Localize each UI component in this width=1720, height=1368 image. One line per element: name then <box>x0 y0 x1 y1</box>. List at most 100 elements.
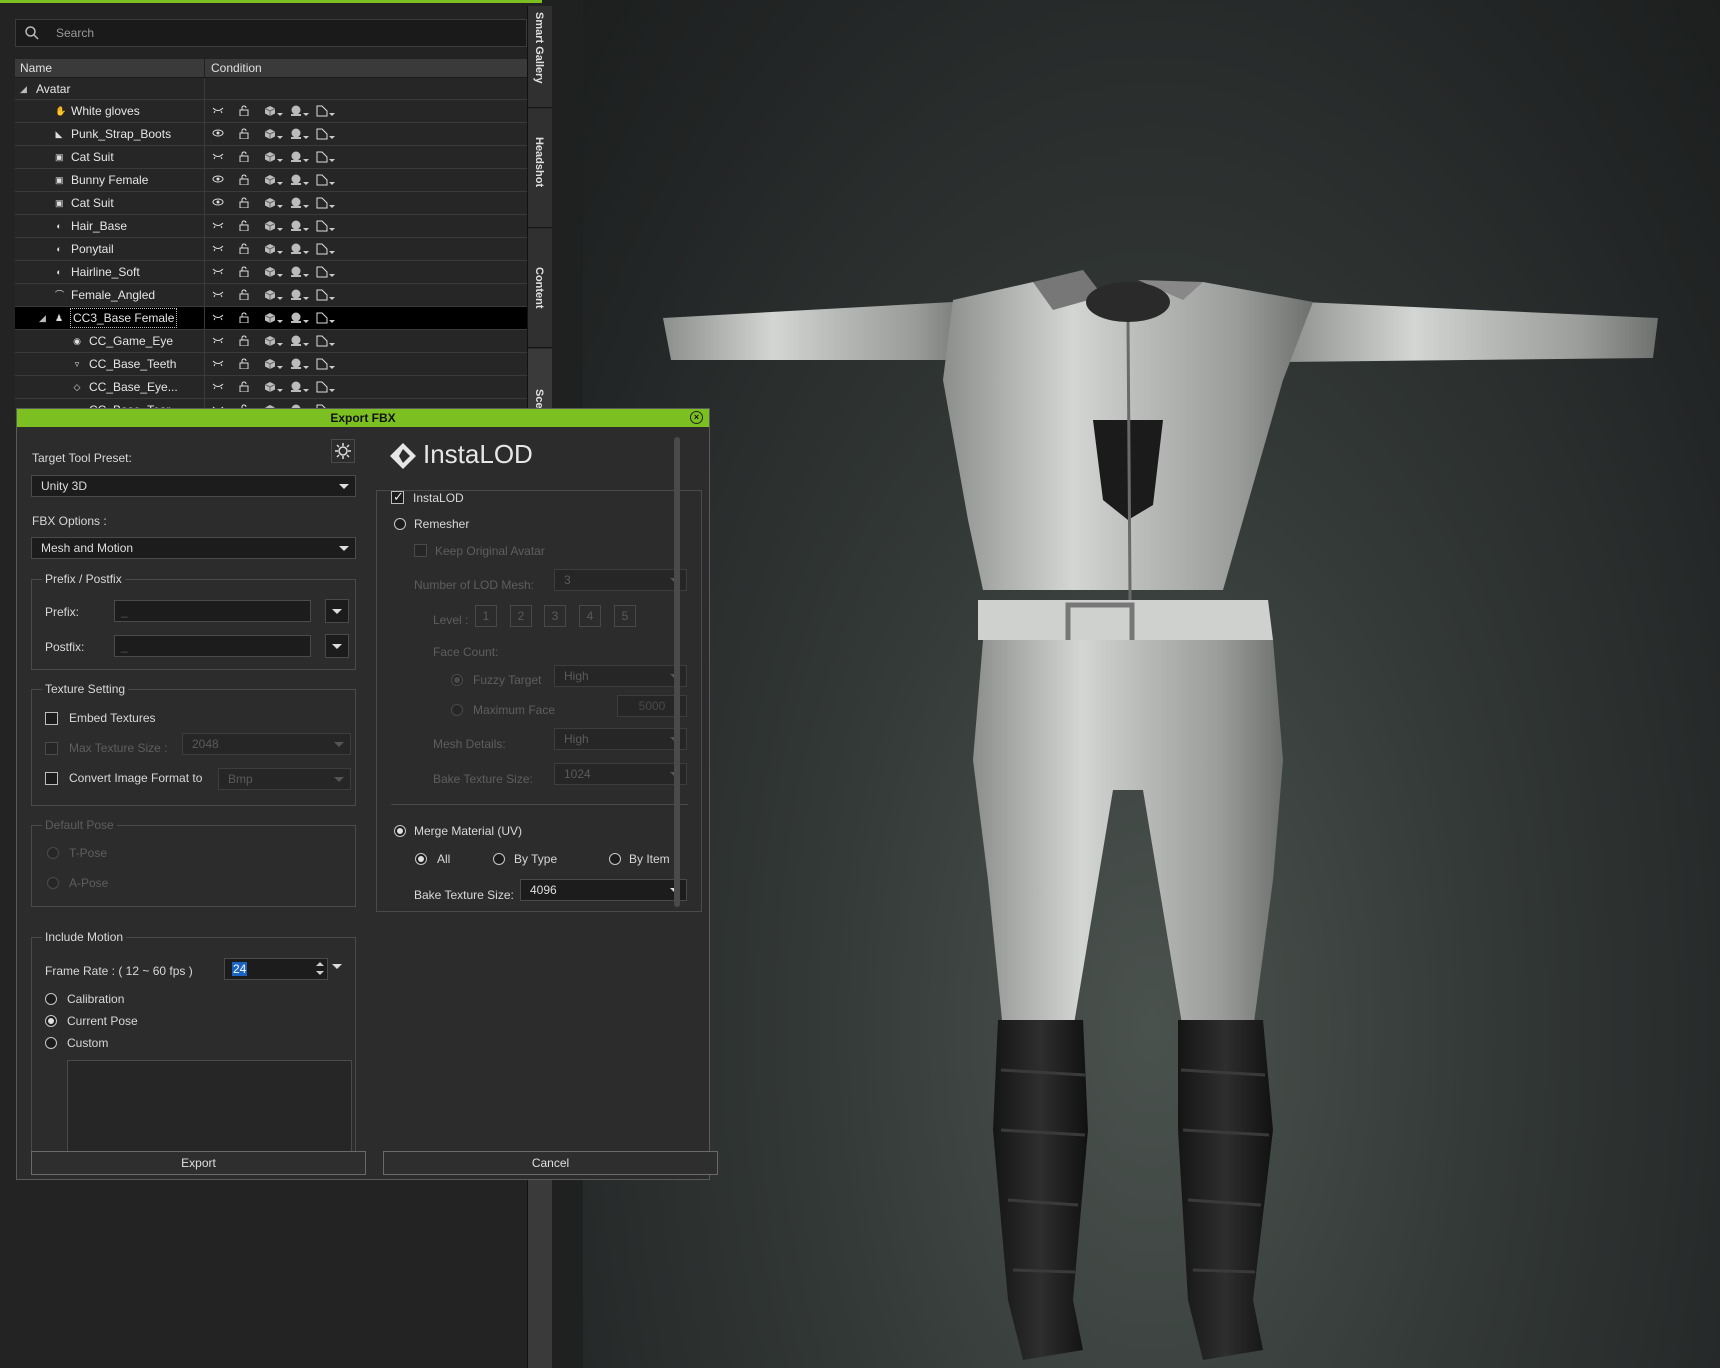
chevron-down-icon[interactable] <box>303 113 309 116</box>
cube-render-icon[interactable] <box>261 353 287 375</box>
lock-icon[interactable] <box>235 376 261 398</box>
material-sphere-icon[interactable] <box>287 146 313 168</box>
eye-closed-icon[interactable] <box>209 238 235 260</box>
export-icon[interactable] <box>313 192 339 214</box>
chevron-down-icon[interactable] <box>329 297 335 300</box>
tree-row[interactable]: ✋ White gloves <box>15 100 527 123</box>
tree-row-avatar[interactable]: ◢ Avatar <box>15 78 527 100</box>
chevron-down-icon[interactable] <box>303 343 309 346</box>
bake-texture-size-select[interactable]: 4096 <box>520 879 687 901</box>
chevron-down-icon[interactable] <box>277 320 283 323</box>
material-sphere-icon[interactable] <box>287 284 313 306</box>
max-texture-size-checkbox[interactable] <box>45 742 58 755</box>
chevron-down-icon[interactable] <box>329 182 335 185</box>
eye-closed-icon[interactable] <box>209 353 235 375</box>
column-condition[interactable]: Condition <box>205 59 527 77</box>
export-icon[interactable] <box>313 238 339 260</box>
chevron-down-icon[interactable] <box>303 182 309 185</box>
tree-row[interactable]: ◐ Hairline_Soft <box>15 261 527 284</box>
lock-icon[interactable] <box>235 330 261 352</box>
tree-row[interactable]: ▣ Cat Suit <box>15 146 527 169</box>
cube-render-icon[interactable] <box>261 376 287 398</box>
material-sphere-icon[interactable] <box>287 192 313 214</box>
lock-icon[interactable] <box>235 261 261 283</box>
material-sphere-icon[interactable] <box>287 169 313 191</box>
cube-render-icon[interactable] <box>261 100 287 122</box>
collapse-arrow-icon[interactable]: ◢ <box>20 78 27 99</box>
search-input[interactable] <box>56 24 516 42</box>
chevron-down-icon[interactable] <box>277 297 283 300</box>
level-3-button[interactable]: 3 <box>544 605 566 627</box>
cube-render-icon[interactable] <box>261 123 287 145</box>
chevron-down-icon[interactable] <box>329 205 335 208</box>
bake-texture-size-select-disabled[interactable]: 1024 <box>554 763 687 785</box>
eye-open-icon[interactable] <box>209 123 235 145</box>
material-sphere-icon[interactable] <box>287 261 313 283</box>
export-icon[interactable] <box>313 215 339 237</box>
chevron-down-icon[interactable] <box>303 251 309 254</box>
lock-icon[interactable] <box>235 353 261 375</box>
keep-original-checkbox[interactable] <box>414 544 427 557</box>
merge-all-radio[interactable] <box>415 853 427 865</box>
chevron-down-icon[interactable] <box>329 136 335 139</box>
material-sphere-icon[interactable] <box>287 376 313 398</box>
chevron-down-icon[interactable] <box>277 251 283 254</box>
t-pose-radio[interactable] <box>47 847 59 859</box>
chevron-down-icon[interactable] <box>329 228 335 231</box>
chevron-down-icon[interactable] <box>277 205 283 208</box>
cube-render-icon[interactable] <box>261 307 287 329</box>
level-4-button[interactable]: 4 <box>579 605 601 627</box>
chevron-down-icon[interactable] <box>329 159 335 162</box>
chevron-down-icon[interactable] <box>277 228 283 231</box>
chevron-down-icon[interactable] <box>303 366 309 369</box>
chevron-down-icon[interactable] <box>329 389 335 392</box>
close-icon[interactable]: × <box>690 411 703 424</box>
tree-row[interactable]: ◢ ♟ CC3_Base Female <box>15 307 527 330</box>
postfix-input[interactable]: _ <box>114 635 311 657</box>
custom-radio[interactable] <box>45 1037 57 1049</box>
preset-settings-gear-icon[interactable] <box>331 439 355 463</box>
cube-render-icon[interactable] <box>261 284 287 306</box>
current-pose-radio[interactable] <box>45 1015 57 1027</box>
dialog-title-bar[interactable]: Export FBX × <box>17 409 709 427</box>
fuzzy-target-select[interactable]: High <box>554 665 687 687</box>
tree-row[interactable]: ◉ CC_Game_Eye <box>15 330 527 353</box>
eye-closed-icon[interactable] <box>209 376 235 398</box>
chevron-down-icon[interactable] <box>277 366 283 369</box>
chevron-down-icon[interactable] <box>277 182 283 185</box>
lock-icon[interactable] <box>235 146 261 168</box>
chevron-down-icon[interactable] <box>277 113 283 116</box>
frame-rate-spinbox[interactable]: 24 <box>224 958 328 980</box>
image-format-select[interactable]: Bmp <box>218 768 351 790</box>
eye-closed-icon[interactable] <box>209 261 235 283</box>
level-1-button[interactable]: 1 <box>475 605 497 627</box>
eye-open-icon[interactable] <box>209 169 235 191</box>
lock-icon[interactable] <box>235 238 261 260</box>
export-icon[interactable] <box>313 123 339 145</box>
prefix-dropdown-button[interactable] <box>325 599 349 623</box>
lock-icon[interactable] <box>235 284 261 306</box>
level-2-button[interactable]: 2 <box>510 605 532 627</box>
frame-rate-dropdown-icon[interactable] <box>332 964 342 969</box>
eye-open-icon[interactable] <box>209 192 235 214</box>
eye-closed-icon[interactable] <box>209 330 235 352</box>
chevron-down-icon[interactable] <box>277 343 283 346</box>
tab-smart-gallery[interactable]: Smart Gallery <box>528 6 553 108</box>
calibration-radio[interactable] <box>45 993 57 1005</box>
search-box[interactable] <box>15 19 527 47</box>
max-texture-size-select[interactable]: 2048 <box>182 733 351 755</box>
tree-row[interactable]: ▿ CC_Base_Teeth <box>15 353 527 376</box>
chevron-down-icon[interactable] <box>329 274 335 277</box>
chevron-down-icon[interactable] <box>277 389 283 392</box>
material-sphere-icon[interactable] <box>287 353 313 375</box>
tree-row[interactable]: ▣ Cat Suit <box>15 192 527 215</box>
material-sphere-icon[interactable] <box>287 100 313 122</box>
tree-row[interactable]: ◐ Ponytail <box>15 238 527 261</box>
eye-closed-icon[interactable] <box>209 100 235 122</box>
cancel-button[interactable]: Cancel <box>383 1151 718 1175</box>
a-pose-radio[interactable] <box>47 877 59 889</box>
tree-row[interactable]: ⌒ Female_Angled <box>15 284 527 307</box>
tree-row[interactable]: ◣ Punk_Strap_Boots <box>15 123 527 146</box>
chevron-down-icon[interactable] <box>303 159 309 162</box>
cube-render-icon[interactable] <box>261 238 287 260</box>
